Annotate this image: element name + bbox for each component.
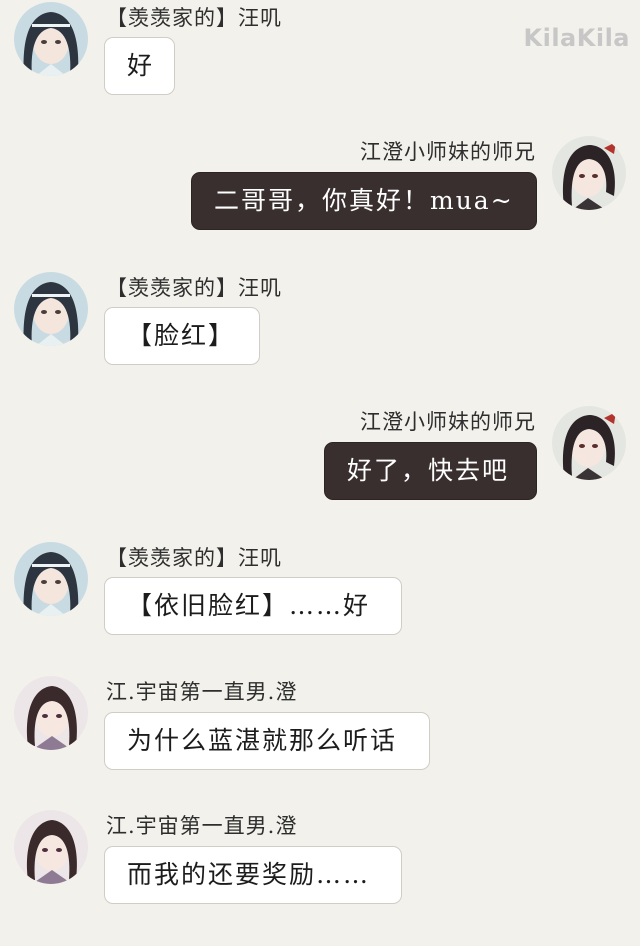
lan-avatar-image xyxy=(14,272,88,346)
avatar[interactable] xyxy=(552,406,626,480)
message-bubble[interactable]: 为什么蓝湛就那么听话 xyxy=(104,712,430,770)
avatar[interactable] xyxy=(14,810,88,884)
wei-avatar-image xyxy=(552,406,626,480)
message-bubble[interactable]: 好 xyxy=(104,37,175,95)
sender-name: 【羡羡家的】汪叽 xyxy=(106,276,282,300)
wei-avatar-image xyxy=(552,136,626,210)
message-bubble[interactable]: 而我的还要奖励…… xyxy=(104,846,402,904)
sender-name: 江.宇宙第一直男.澄 xyxy=(106,814,298,838)
sender-name: 【羡羡家的】汪叽 xyxy=(106,546,282,570)
avatar[interactable] xyxy=(14,542,88,616)
message-bubble[interactable]: 好了，快去吧 xyxy=(324,442,537,500)
message-bubble[interactable]: 【脸红】 xyxy=(104,307,260,365)
sender-name: 江.宇宙第一直男.澄 xyxy=(106,680,298,704)
avatar[interactable] xyxy=(552,136,626,210)
sender-name: 【羡羡家的】汪叽 xyxy=(106,6,282,30)
jiang-avatar-image xyxy=(14,676,88,750)
watermark-logo: KilaKila xyxy=(523,24,630,52)
message-bubble[interactable]: 【依旧脸红】……好 xyxy=(104,577,402,635)
avatar[interactable] xyxy=(14,272,88,346)
sender-name: 江澄小师妹的师兄 xyxy=(360,410,536,434)
sender-name: 江澄小师妹的师兄 xyxy=(360,140,536,164)
lan-avatar-image xyxy=(14,2,88,76)
message-bubble[interactable]: 二哥哥，你真好！mua~ xyxy=(191,172,537,230)
jiang-avatar-image xyxy=(14,810,88,884)
avatar[interactable] xyxy=(14,2,88,76)
lan-avatar-image xyxy=(14,542,88,616)
avatar[interactable] xyxy=(14,676,88,750)
